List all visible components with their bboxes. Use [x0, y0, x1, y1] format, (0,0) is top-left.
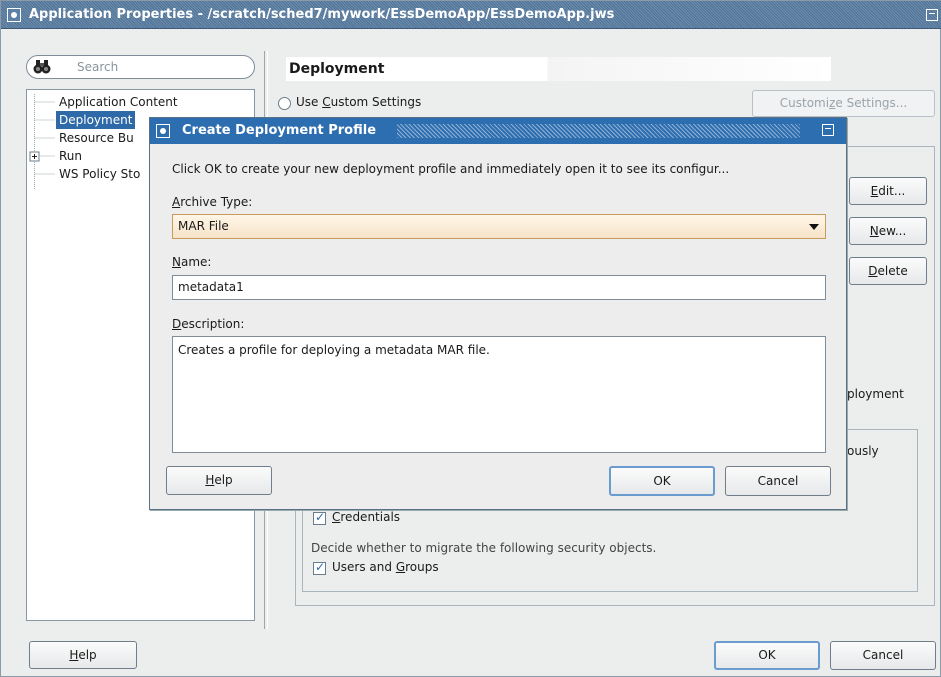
tree-item-label: WS Policy Sto — [59, 167, 141, 181]
titlebar-pattern — [397, 124, 800, 138]
archive-type-label: Archive Type: — [172, 195, 252, 209]
binoculars-icon — [33, 59, 51, 74]
mnemonic: G — [395, 560, 406, 574]
description-label: Description: — [172, 317, 244, 331]
window-titlebar[interactable]: Application Properties - /scratch/sched7… — [1, 1, 941, 29]
dialog-title: Create Deployment Profile — [182, 123, 377, 138]
label-part: Users and — [332, 560, 396, 574]
dialog-titlebar[interactable]: Create Deployment Profile — [150, 118, 846, 144]
dialog-maximize-icon[interactable] — [822, 124, 834, 136]
label-part: ustom Settings — [330, 95, 422, 109]
description-value: Creates a profile for deploying a metada… — [178, 343, 490, 357]
name-value: metadata1 — [178, 280, 244, 294]
window-title: Application Properties - /scratch/sched7… — [29, 7, 615, 22]
dialog-cancel-button[interactable]: Cancel — [725, 466, 831, 496]
users-groups-checkbox[interactable] — [313, 560, 326, 575]
mnemonic: N — [869, 224, 879, 238]
tree-item-ws-policy-store[interactable]: WS Policy Sto — [59, 165, 140, 183]
tree-item-application-content[interactable]: Application Content — [59, 93, 178, 111]
tree-item-deployment[interactable]: Deployment — [56, 111, 136, 129]
use-custom-settings-label[interactable]: Use Custom Settings — [296, 95, 421, 109]
label-part: rchive Type: — [180, 195, 253, 209]
migrate-description: Decide whether to migrate the following … — [311, 541, 657, 555]
new-button[interactable]: New... — [849, 217, 927, 245]
label-part: dit... — [878, 184, 906, 198]
mnemonic: C — [322, 95, 331, 109]
tree-item-label: Run — [59, 149, 83, 163]
mnemonic: D — [868, 264, 878, 278]
credentials-label[interactable]: Credentials — [332, 510, 400, 524]
label-part: elp — [78, 648, 97, 662]
partial-deployment-text: ployment — [847, 387, 904, 401]
search-placeholder: Search — [77, 60, 119, 74]
label-part: redentials — [340, 510, 401, 524]
chevron-down-icon — [809, 224, 819, 230]
archive-type-select[interactable]: MAR File — [172, 214, 826, 239]
maximize-icon[interactable] — [926, 9, 938, 21]
tree-item-label: Deployment — [59, 113, 133, 127]
label-part: Customi — [779, 96, 830, 110]
tree-item-label: Resource Bu — [59, 131, 134, 145]
mnemonic: A — [172, 195, 181, 209]
partial-ously-text: ously — [847, 444, 879, 458]
label-part: ame: — [180, 255, 212, 269]
cancel-button[interactable]: Cancel — [830, 641, 936, 670]
edit-button[interactable]: Edit... — [849, 177, 927, 205]
label-part: escription: — [181, 317, 245, 331]
label-part: roups — [405, 560, 439, 574]
name-field[interactable]: metadata1 — [172, 275, 826, 300]
mnemonic: N — [172, 255, 181, 269]
tree-item-run[interactable]: Run — [59, 147, 82, 165]
archive-type-value: MAR File — [178, 219, 229, 233]
use-custom-settings-radio[interactable] — [278, 97, 291, 110]
credentials-checkbox[interactable] — [313, 510, 326, 525]
label-part: elete — [877, 264, 908, 278]
ok-button[interactable]: OK — [714, 641, 820, 670]
label-part: e Settings... — [835, 96, 908, 110]
dialog-help-button[interactable]: Help — [166, 466, 272, 495]
application-properties-window: Application Properties - /scratch/sched7… — [0, 0, 941, 677]
mnemonic: H — [69, 648, 79, 662]
dialog-app-icon — [156, 124, 170, 138]
description-textarea[interactable]: Creates a profile for deploying a metada… — [172, 336, 826, 453]
label-part: elp — [214, 473, 233, 487]
label-part: Use — [296, 95, 323, 109]
customize-settings-button[interactable]: Customize Settings... — [752, 90, 935, 117]
search-input[interactable]: Search — [26, 55, 255, 79]
tree-item-resource-bundle[interactable]: Resource Bu — [59, 129, 134, 147]
dialog-ok-button[interactable]: OK — [609, 466, 715, 496]
mnemonic: H — [205, 473, 215, 487]
users-groups-label[interactable]: Users and Groups — [332, 560, 439, 574]
tree-item-label: Application Content — [59, 95, 178, 109]
window-app-icon — [7, 8, 21, 22]
create-deployment-profile-dialog: Create Deployment Profile Click OK to cr… — [149, 117, 847, 510]
help-button[interactable]: Help — [29, 641, 137, 669]
page-title: Deployment — [286, 57, 831, 81]
delete-button[interactable]: Delete — [849, 257, 927, 285]
mnemonic: D — [172, 317, 182, 331]
name-label: Name: — [172, 255, 211, 269]
label-part: ew... — [878, 224, 907, 238]
dialog-intro-text: Click OK to create your new deployment p… — [172, 162, 730, 176]
